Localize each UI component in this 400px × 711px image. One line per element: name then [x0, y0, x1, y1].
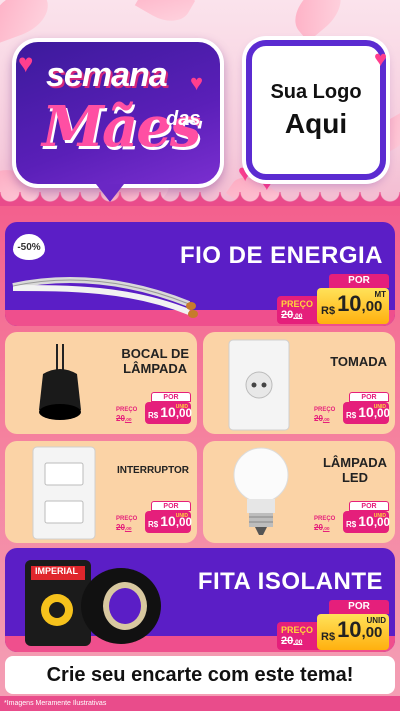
product-name: FIO DE ENERGIA: [179, 242, 383, 269]
logo-placeholder[interactable]: Sua Logo Aqui: [246, 40, 386, 180]
disclaimer-footnote: *Imagens Meramente Ilustrativas: [0, 696, 400, 711]
outlet-image: [228, 339, 290, 431]
price-por-label: POR: [349, 392, 389, 402]
preco-label: PREÇO: [314, 516, 336, 522]
heart-icon: ♥: [18, 48, 34, 78]
campaign-title-bubble: semana Mães das: [12, 38, 224, 202]
preco-label: PREÇO: [116, 407, 138, 413]
old-price: 20,00: [116, 414, 132, 423]
petal-decoration: [284, 0, 352, 42]
title-semana: semana: [46, 56, 168, 94]
old-price: 20,00: [314, 523, 330, 532]
old-price: 20,00: [314, 414, 330, 423]
switch-image: [32, 446, 96, 540]
product-card-tomada[interactable]: TOMADA POR PREÇO 20,00 R$ 10,00 UNID: [203, 332, 395, 434]
old-price: 20,00: [281, 309, 303, 321]
logo-text-line1: Sua Logo: [270, 80, 362, 103]
price-tag: POR PREÇO 20,00 R$ 10,00 UNID: [311, 501, 390, 533]
header-banner: semana Mães das ♥ ♥ ♥ ♥ Sua Logo Aqui ♥: [0, 0, 400, 212]
discount-badge: -50%: [13, 234, 45, 260]
price-tag: POR PREÇO 20,00 R$ 10,00 MT: [277, 274, 389, 324]
old-price-block: PREÇO 20,00: [311, 406, 343, 424]
new-price-block: R$ 10,00 UNID: [343, 511, 390, 533]
new-price-block: R$ 10,00 UNID: [343, 402, 390, 424]
preco-label: PREÇO: [281, 625, 314, 635]
led-bulb-image: [233, 447, 289, 535]
old-price-block: PREÇO 20,00: [311, 515, 343, 533]
tape-brand: IMPERIAL: [35, 566, 79, 576]
currency-label: R$: [321, 631, 336, 643]
preco-label: PREÇO: [116, 516, 138, 522]
product-name: FITA ISOLANTE: [197, 568, 383, 595]
preco-label: PREÇO: [314, 407, 336, 413]
price-por-label: POR: [349, 501, 389, 511]
new-price-block: R$ 10,00 UNID: [317, 614, 389, 650]
product-name: LÂMPADA LED: [322, 455, 387, 485]
old-price-block: PREÇO 20,00: [113, 515, 145, 533]
cta-banner[interactable]: Crie seu encarte com este tema!: [5, 656, 395, 694]
old-price: 20,00: [281, 635, 303, 647]
currency-label: R$: [346, 520, 357, 529]
unit-label: UNID: [366, 616, 386, 625]
heart-icon: ♥: [374, 46, 388, 71]
price-por-label: POR: [151, 501, 191, 511]
product-card-fio-de-energia[interactable]: -50% FIO DE ENERGIA POR PREÇO 20,00 R$ 1…: [5, 222, 395, 326]
unit-label: MT: [374, 290, 386, 299]
title-das: das: [166, 108, 201, 130]
new-price-block: R$ 10,00 MT: [317, 288, 389, 324]
price-tag: POR PREÇO 20,00 R$ 10,00 UNID: [113, 501, 192, 533]
unit-label: UNID: [373, 513, 386, 519]
currency-label: R$: [148, 520, 159, 529]
product-name: INTERRUPTOR: [116, 465, 189, 476]
unit-label: UNID: [373, 404, 386, 410]
preco-label: PREÇO: [281, 299, 314, 309]
old-price-block: PREÇO 20,00: [113, 406, 145, 424]
product-card-bocal[interactable]: BOCAL DE LÂMPADA POR PREÇO 20,00 R$ 10,00…: [5, 332, 197, 434]
price-tag: POR PREÇO 20,00 R$ 10,00 UNID: [277, 600, 389, 650]
new-price-block: R$ 10,00 UNID: [145, 511, 192, 533]
price-por-label: POR: [329, 600, 389, 614]
product-card-lampada-led[interactable]: LÂMPADA LED POR PREÇO 20,00 R$ 10,00 UNID: [203, 441, 395, 543]
unit-label: UNID: [175, 513, 188, 519]
new-price-block: R$ 10,00 UNID: [145, 402, 192, 424]
unit-label: UNID: [175, 404, 188, 410]
heart-icon: ♥: [190, 70, 204, 95]
product-card-fita-isolante[interactable]: IMPERIAL FITA ISOLANTE POR PREÇO 20,00 R…: [5, 548, 395, 652]
currency-label: R$: [321, 305, 336, 317]
logo-text-line2: Aqui: [284, 107, 348, 139]
currency-label: R$: [346, 411, 357, 420]
price-tag: POR PREÇO 20,00 R$ 10,00 UNID: [113, 392, 192, 424]
petal-decoration: [134, 0, 196, 31]
currency-label: R$: [148, 411, 159, 420]
price-por-label: POR: [151, 392, 191, 402]
price-por-label: POR: [329, 274, 389, 288]
old-price: 20,00: [116, 523, 132, 532]
product-name: TOMADA: [330, 354, 387, 369]
petal-decoration: [0, 0, 56, 44]
lamp-socket-image: [39, 344, 81, 420]
product-name: BOCAL DE LÂMPADA: [121, 346, 189, 376]
product-card-interruptor[interactable]: INTERRUPTOR POR PREÇO 20,00 R$ 10,00 UNI…: [5, 441, 197, 543]
price-tag: POR PREÇO 20,00 R$ 10,00 UNID: [311, 392, 390, 424]
